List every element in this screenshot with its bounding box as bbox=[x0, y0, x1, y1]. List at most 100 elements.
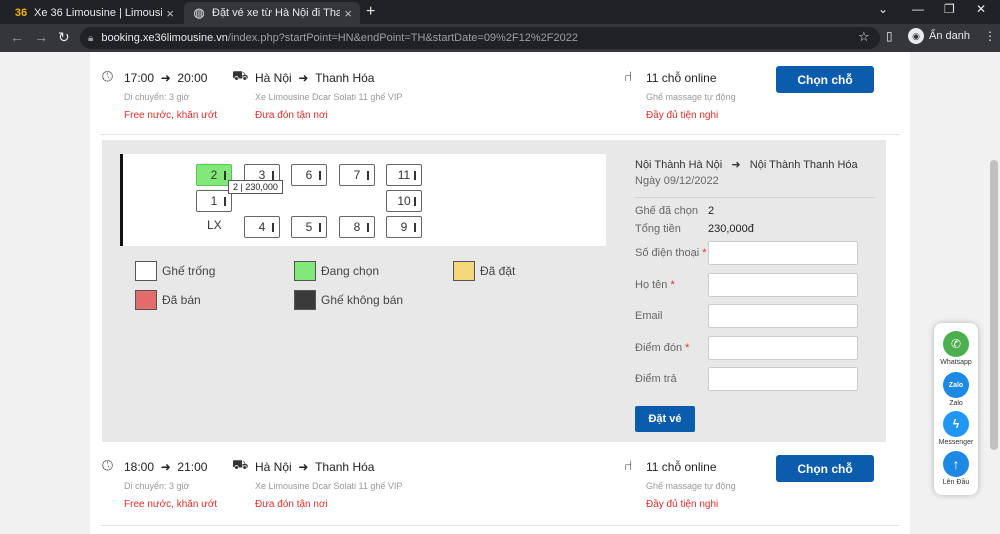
whatsapp-button[interactable]: ✆ Whatsapp bbox=[934, 331, 978, 366]
back-arrow-icon[interactable]: ← bbox=[10, 29, 24, 45]
social-float-bar: ✆ Whatsapp Zalo Zalo ϟ Messenger ↑ Lên Đ… bbox=[934, 323, 978, 495]
close-window-icon[interactable]: ✕ bbox=[976, 2, 986, 16]
side-panel-icon[interactable]: ▯ bbox=[886, 29, 893, 43]
dropoff-field[interactable] bbox=[708, 367, 858, 391]
scrollbar-thumb[interactable] bbox=[990, 160, 998, 450]
arrow-up-icon: ↑ bbox=[943, 451, 969, 477]
url-host: booking.xe36limousine.vn bbox=[101, 32, 228, 44]
driver-label: LX bbox=[207, 218, 222, 232]
browser-tab-bar: 36 Xe 36 Limousine | Limousine Tha × ◍ Đ… bbox=[0, 0, 1000, 24]
choose-seat-button[interactable]: Chọn chỗ bbox=[776, 66, 874, 93]
seat-11[interactable]: 11 bbox=[386, 164, 422, 186]
close-icon[interactable]: × bbox=[166, 6, 174, 21]
trip-route: Hà Nội ➜ Thanh Hóa bbox=[255, 460, 375, 474]
bookmark-star-icon[interactable]: ☆ bbox=[858, 29, 870, 45]
seat-9[interactable]: 9 bbox=[386, 216, 422, 238]
kebab-menu-icon[interactable]: ⋮ bbox=[984, 29, 996, 43]
lock-icon: 🔒︎ bbox=[88, 32, 94, 44]
tab-search-icon[interactable]: ⌄ bbox=[878, 2, 888, 16]
choose-seat-button[interactable]: Chọn chỗ bbox=[776, 455, 874, 482]
total-label: Tổng tiền bbox=[635, 223, 681, 235]
seat-10[interactable]: 10 bbox=[386, 190, 422, 212]
clock-icon: 🕔︎ bbox=[102, 68, 114, 84]
reload-icon[interactable]: ↻ bbox=[58, 29, 70, 46]
tab-title: Đặt vé xe từ Hà Nội đi Thanh Hó bbox=[212, 7, 341, 19]
messenger-icon: ϟ bbox=[943, 411, 969, 437]
divider bbox=[100, 525, 900, 526]
xe36-logo-icon: 36 bbox=[14, 7, 28, 19]
seat-2[interactable]: 2 bbox=[196, 164, 232, 186]
legend-sold: Đã bán bbox=[135, 290, 201, 310]
seat-8[interactable]: 8 bbox=[339, 216, 375, 238]
book-ticket-button[interactable]: Đặt vé bbox=[635, 406, 695, 432]
trip-route: Hà Nội ➜ Thanh Hóa bbox=[255, 71, 375, 85]
perk-amenities: Đầy đủ tiện nghi bbox=[646, 499, 719, 510]
perk-amenities: Đầy đủ tiện nghi bbox=[646, 110, 719, 121]
massage-chair: Ghế massage tự động bbox=[646, 481, 736, 491]
perk-water: Free nước, khăn ướt bbox=[124, 499, 218, 510]
clock-icon: 🕔︎ bbox=[102, 457, 114, 473]
trip-row: 🕔︎ 17:00 ➜ 20:00 Di chuyển: 3 giờ Free n… bbox=[90, 60, 910, 142]
minimize-icon[interactable]: — bbox=[912, 2, 924, 16]
zalo-icon: Zalo bbox=[943, 372, 969, 398]
dropoff-label: Điểm trả bbox=[635, 373, 677, 385]
forward-arrow-icon[interactable]: → bbox=[34, 29, 48, 45]
phone-field[interactable] bbox=[708, 241, 858, 265]
phone-label: Số điện thoại * bbox=[635, 247, 707, 259]
perk-water: Free nước, khăn ướt bbox=[124, 110, 218, 121]
tab-title: Xe 36 Limousine | Limousine Tha bbox=[34, 7, 163, 19]
booking-date: Ngày 09/12/2022 bbox=[635, 175, 719, 187]
email-field[interactable] bbox=[708, 304, 858, 328]
legend-swatch bbox=[294, 261, 316, 281]
seat-4[interactable]: 4 bbox=[244, 216, 280, 238]
browser-tab-xe36[interactable]: 36 Xe 36 Limousine | Limousine Tha × bbox=[6, 2, 182, 24]
seat-7[interactable]: 7 bbox=[339, 164, 375, 186]
whatsapp-icon: ✆ bbox=[943, 331, 969, 357]
seats-online: 11 chỗ online bbox=[646, 460, 717, 474]
legend-selecting: Đang chọn bbox=[294, 261, 379, 281]
pickup-field[interactable] bbox=[708, 336, 858, 360]
bus-icon: ⛟ bbox=[232, 457, 249, 472]
perk-pickup: Đưa đón tận nơi bbox=[255, 499, 328, 510]
divider bbox=[635, 197, 875, 198]
trip-duration: Di chuyển: 3 giờ bbox=[124, 92, 190, 102]
legend-swatch bbox=[294, 290, 316, 310]
trip-time: 17:00 ➜ 20:00 bbox=[124, 71, 208, 85]
perk-pickup: Đưa đón tận nơi bbox=[255, 110, 328, 121]
address-bar[interactable]: 🔒︎ booking.xe36limousine.vn /index.php?s… bbox=[80, 27, 880, 49]
incognito-indicator[interactable]: ◉ Ẩn danh bbox=[908, 28, 970, 44]
vehicle-name: Xe Limousine Dcar Solati 11 ghế VIP bbox=[255, 481, 403, 491]
zalo-button[interactable]: Zalo Zalo bbox=[934, 372, 978, 407]
pickup-label: Điểm đón * bbox=[635, 342, 690, 354]
vehicle-name: Xe Limousine Dcar Solati 11 ghế VIP bbox=[255, 92, 403, 102]
selected-seats-label: Ghế đã chọn bbox=[635, 205, 698, 217]
name-field[interactable] bbox=[708, 273, 858, 297]
seats-online: 11 chỗ online bbox=[646, 71, 717, 85]
seat-1[interactable]: 1 bbox=[196, 190, 232, 212]
seat-5[interactable]: 5 bbox=[291, 216, 327, 238]
seat-selection-panel: 2 3 6 7 11 1 10 LX 4 5 8 9 2 | 230,000 G… bbox=[102, 140, 886, 442]
trip-time: 18:00 ➜ 21:00 bbox=[124, 460, 208, 474]
seat-icon: ⑁ bbox=[624, 457, 633, 473]
new-tab-button[interactable]: + bbox=[366, 3, 375, 21]
restore-icon[interactable]: ❐ bbox=[944, 2, 955, 16]
massage-chair: Ghế massage tự động bbox=[646, 92, 736, 102]
legend-swatch bbox=[135, 261, 157, 281]
back-to-top-button[interactable]: ↑ Lên Đầu bbox=[934, 451, 978, 486]
incognito-icon: ◉ bbox=[908, 28, 924, 44]
browser-tab-booking[interactable]: ◍ Đặt vé xe từ Hà Nội đi Thanh Hó × bbox=[184, 2, 360, 24]
close-icon[interactable]: × bbox=[344, 6, 352, 21]
name-label: Họ tên * bbox=[635, 279, 675, 291]
seat-icon: ⑁ bbox=[624, 68, 633, 84]
legend-booked: Đã đặt bbox=[453, 261, 515, 281]
legend-empty: Ghế trống bbox=[135, 261, 215, 281]
bus-icon: ⛟ bbox=[232, 68, 249, 83]
messenger-button[interactable]: ϟ Messenger bbox=[934, 411, 978, 446]
total-value: 230,000đ bbox=[708, 223, 754, 235]
seat-6[interactable]: 6 bbox=[291, 164, 327, 186]
url-path: /index.php?startPoint=HN&endPoint=TH&sta… bbox=[227, 32, 578, 44]
legend-swatch bbox=[135, 290, 157, 310]
selected-seats-value: 2 bbox=[708, 205, 715, 217]
seat-tooltip: 2 | 230,000 bbox=[228, 180, 283, 194]
globe-icon: ◍ bbox=[193, 5, 205, 20]
